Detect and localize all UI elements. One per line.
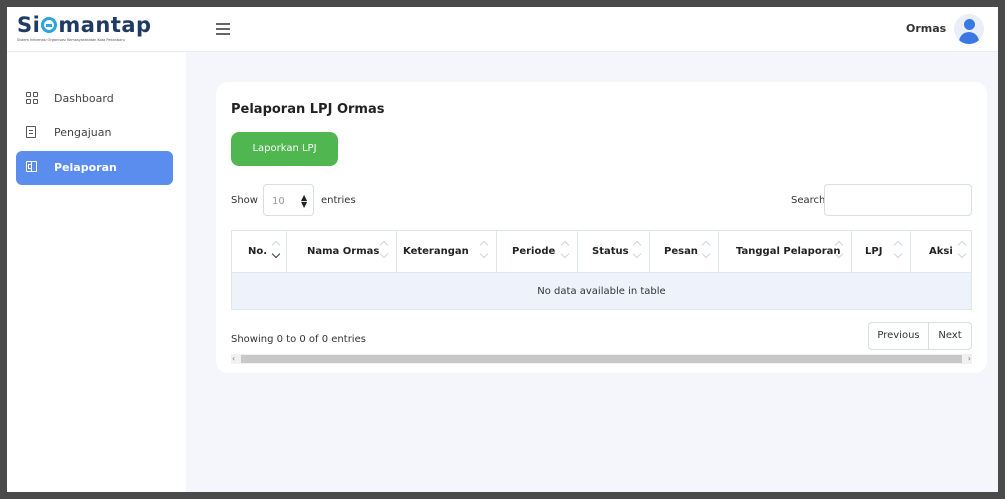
sidebar-item-label: Pelaporan: [54, 161, 117, 174]
user-name[interactable]: Ormas: [906, 22, 946, 35]
sort-up-icon: [701, 240, 711, 250]
sort-down-icon: [479, 249, 489, 259]
content-card: Pelaporan LPJ Ormas Laporkan LPJ Show 10…: [216, 82, 987, 373]
sort-down-icon: [271, 249, 281, 259]
sidebar: Dashboard Pengajuan Pelaporan: [7, 52, 186, 492]
user-avatar-icon[interactable]: [954, 14, 984, 44]
logo-ring-icon: [41, 17, 58, 33]
sort-up-icon: [560, 240, 570, 250]
sort-up-icon: [893, 240, 903, 250]
show-label: Show: [231, 195, 258, 206]
scroll-right-icon[interactable]: ›: [968, 353, 971, 365]
sort-down-icon: [701, 249, 711, 259]
sort-down-icon: [560, 249, 570, 259]
sort-up-icon: [271, 240, 281, 250]
select-arrows-icon: ▲ ▼: [301, 193, 308, 209]
column-header-pesan[interactable]: Pesan: [650, 231, 719, 272]
entries-label: entries: [321, 195, 356, 206]
column-header-aksi[interactable]: Aksi: [911, 231, 971, 272]
sort-down-icon: [893, 249, 903, 259]
logo-subtitle: Sistem Informasi Organisasi Kemasyarakat…: [17, 38, 125, 42]
grid-icon: [26, 92, 38, 104]
sort-down-icon: [379, 249, 389, 259]
sort-down-icon: [632, 249, 642, 259]
table-info: Showing 0 to 0 of 0 entries: [231, 334, 366, 345]
column-header-nama-ormas[interactable]: Nama Ormas: [287, 231, 397, 272]
report-lpj-button[interactable]: Laporkan LPJ: [231, 132, 338, 166]
horizontal-scrollbar[interactable]: ‹ ›: [231, 354, 972, 364]
page-length-value: 10: [272, 196, 285, 207]
sidebar-item-label: Pengajuan: [54, 126, 112, 139]
scroll-left-icon[interactable]: ‹: [232, 353, 235, 365]
search-input[interactable]: [824, 184, 972, 216]
top-bar: Si mantap Sistem Informasi Organisasi Kem…: [7, 7, 998, 52]
sort-up-icon: [479, 240, 489, 250]
document-icon: [26, 126, 38, 138]
logo[interactable]: Si mantap Sistem Informasi Organisasi Kem…: [17, 13, 167, 45]
page-length-select[interactable]: 10 ▲ ▼: [263, 184, 314, 216]
sort-down-icon: [957, 249, 967, 259]
column-header-tanggal-pelaporan[interactable]: Tanggal Pelaporan: [719, 231, 852, 272]
column-header-no[interactable]: No.: [232, 231, 287, 272]
column-header-status[interactable]: Status: [578, 231, 650, 272]
sort-up-icon: [379, 240, 389, 250]
previous-page-button[interactable]: Previous: [869, 323, 929, 349]
menu-toggle-icon[interactable]: [216, 23, 230, 35]
logo-text-suffix: mantap: [58, 13, 152, 37]
scrollbar-thumb[interactable]: [241, 355, 962, 363]
pagination: Previous Next: [868, 322, 972, 350]
app-window: Si mantap Sistem Informasi Organisasi Kem…: [7, 7, 998, 492]
logo-text-prefix: Si: [17, 13, 41, 37]
next-page-button[interactable]: Next: [929, 323, 971, 349]
page-title: Pelaporan LPJ Ormas: [231, 102, 385, 117]
sidebar-item-label: Dashboard: [54, 92, 114, 105]
data-table: No. Nama Ormas Keterangan Periode Status: [231, 230, 972, 310]
sort-up-icon: [632, 240, 642, 250]
sort-up-icon: [957, 240, 967, 250]
column-header-periode[interactable]: Periode: [497, 231, 578, 272]
sidebar-item-dashboard[interactable]: Dashboard: [16, 82, 173, 116]
sidebar-item-pelaporan[interactable]: Pelaporan: [16, 151, 173, 185]
column-header-keterangan[interactable]: Keterangan: [397, 231, 497, 272]
book-icon: [26, 161, 38, 173]
sidebar-item-pengajuan[interactable]: Pengajuan: [16, 116, 173, 150]
empty-table-message: No data available in table: [232, 272, 971, 309]
column-header-lpj[interactable]: LPJ: [852, 231, 911, 272]
